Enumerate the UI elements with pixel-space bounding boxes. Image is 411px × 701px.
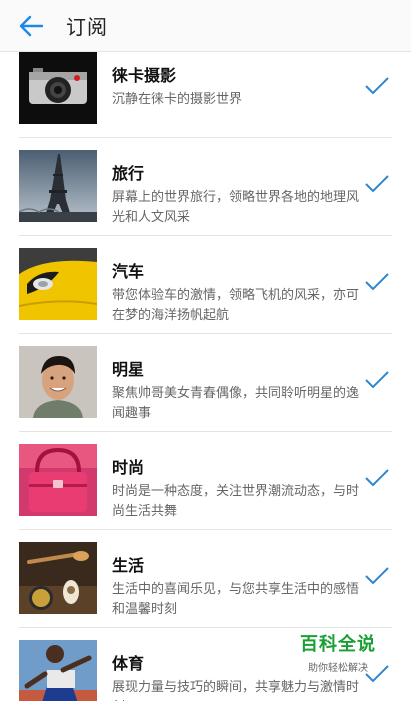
item-description: 生活中的喜闻乐见，与您共享生活中的感悟和温馨时刻 — [112, 582, 360, 617]
list-item[interactable]: 生活 生活中的喜闻乐见，与您共享生活中的感悟和温馨时刻 — [19, 530, 392, 628]
yellow-car-thumbnail — [19, 248, 97, 320]
item-title: 体育 — [112, 654, 145, 673]
item-title: 旅行 — [112, 164, 145, 183]
item-title: 汽车 — [112, 262, 145, 281]
checkmark-icon[interactable] — [364, 174, 390, 194]
checkmark-icon[interactable] — [364, 468, 390, 488]
item-description: 沉静在徕卡的摄影世界 — [112, 92, 243, 107]
page-title: 订阅 — [66, 15, 108, 39]
camera-thumbnail — [19, 52, 97, 124]
item-description: 带您体验车的激情，领略飞机的风采，亦可在梦的海洋扬帆起航 — [112, 288, 360, 323]
item-description: 时尚是一种态度，关注世界潮流动态，与时尚生活共舞 — [112, 484, 360, 519]
runner-thumbnail — [19, 640, 97, 701]
arrow-left-icon — [19, 15, 44, 36]
checkmark-icon[interactable] — [364, 76, 390, 96]
watermark: 百科全说 助你轻松解决 — [288, 630, 388, 680]
list-item[interactable]: 汽车 带您体验车的激情，领略飞机的风采，亦可在梦的海洋扬帆起航 — [19, 236, 392, 334]
subscription-list: 徕卡摄影 沉静在徕卡的摄影世界 旅行 屏幕上的世界旅行，领略世界各地的地理风光和… — [0, 40, 411, 701]
watermark-title: 百科全说 — [300, 634, 376, 655]
top-bar: 订阅 — [0, 0, 411, 52]
item-title: 生活 — [112, 556, 145, 575]
spices-thumbnail — [19, 542, 97, 614]
item-title: 徕卡摄影 — [112, 66, 177, 85]
item-description: 屏幕上的世界旅行，领略世界各地的地理风光和人文风采 — [112, 190, 360, 225]
checkmark-icon[interactable] — [364, 272, 390, 292]
checkmark-icon[interactable] — [364, 370, 390, 390]
list-item[interactable]: 明星 聚焦帅哥美女青春偶像，共同聆听明星的逸闻趣事 — [19, 334, 392, 432]
list-item[interactable]: 时尚 时尚是一种态度，关注世界潮流动态，与时尚生活共舞 — [19, 432, 392, 530]
item-description: 聚焦帅哥美女青春偶像，共同聆听明星的逸闻趣事 — [112, 386, 360, 421]
item-title: 时尚 — [112, 458, 145, 477]
checkmark-icon[interactable] — [364, 566, 390, 586]
item-title: 明星 — [112, 360, 145, 379]
smiling-man-thumbnail — [19, 346, 97, 418]
pink-handbag-thumbnail — [19, 444, 97, 516]
list-item[interactable]: 徕卡摄影 沉静在徕卡的摄影世界 — [19, 40, 392, 138]
item-description: 展现力量与技巧的瞬间，共享魅力与激情时刻 — [112, 680, 360, 701]
eiffel-tower-thumbnail — [19, 150, 97, 222]
list-item[interactable]: 旅行 屏幕上的世界旅行，领略世界各地的地理风光和人文风采 — [19, 138, 392, 236]
watermark-subtitle: 助你轻松解决 — [308, 663, 368, 674]
back-button[interactable] — [0, 0, 62, 52]
